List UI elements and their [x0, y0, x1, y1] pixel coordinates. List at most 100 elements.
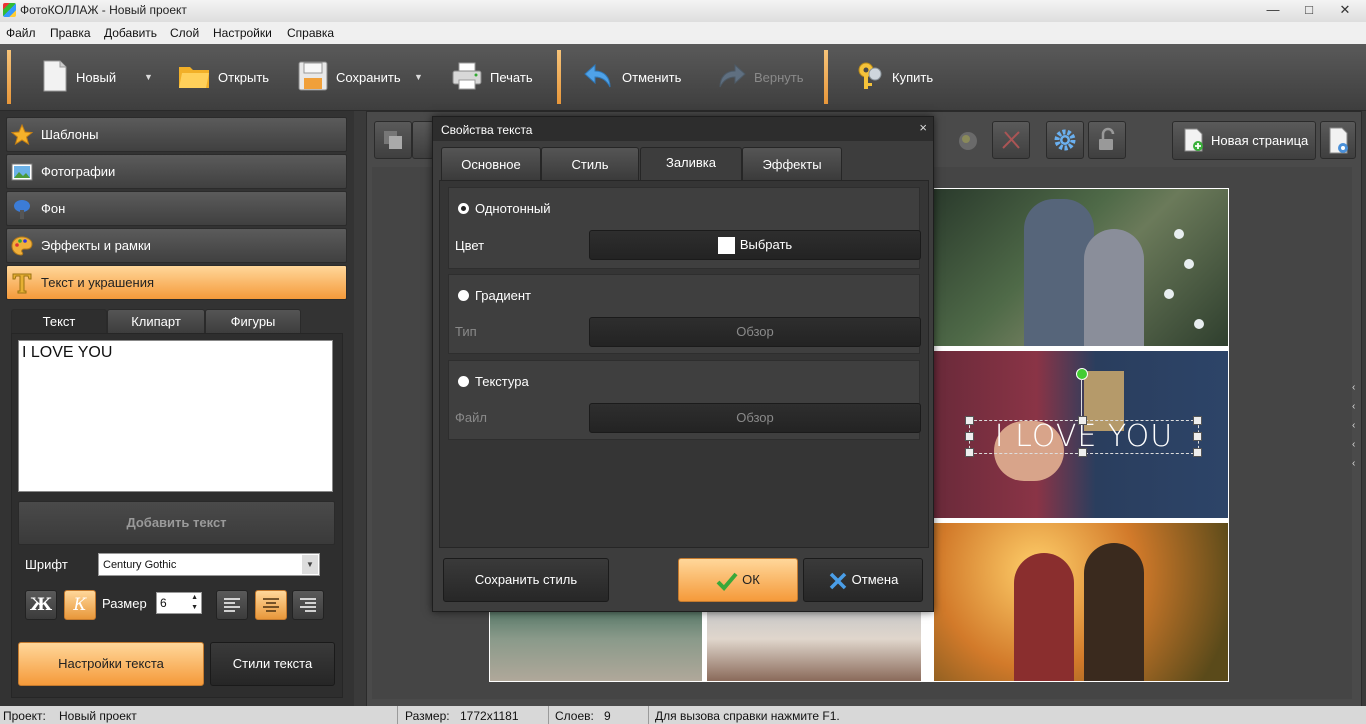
category-background[interactable]: Фон [6, 191, 347, 226]
bold-button[interactable]: Ж [25, 590, 57, 620]
resize-handle[interactable] [965, 448, 974, 457]
buy-button[interactable]: Купить [856, 56, 933, 98]
texture-radio[interactable] [458, 376, 469, 387]
color-fx-button[interactable] [950, 121, 986, 157]
star-icon [11, 124, 33, 146]
paint-brush-icon [14, 200, 30, 219]
text-settings-button[interactable]: Настройки текста [18, 642, 204, 686]
color-label: Цвет [455, 238, 485, 253]
tab-effects[interactable]: Эффекты [742, 147, 842, 180]
align-center-button[interactable] [255, 590, 287, 620]
menu-layer[interactable]: Слой [170, 26, 199, 40]
tab-clipart[interactable]: Клипарт [107, 309, 205, 334]
settings-button[interactable] [1046, 121, 1084, 159]
print-button[interactable]: Печать [452, 56, 533, 98]
tab-text[interactable]: Текст [11, 309, 107, 334]
resize-handle[interactable] [965, 432, 974, 441]
dialog-title-bar[interactable]: Свойства текста × [433, 117, 933, 141]
gradient-radio[interactable] [458, 290, 469, 301]
layer-back-button[interactable] [374, 121, 412, 159]
font-select[interactable]: Century Gothic ▼ [98, 553, 320, 576]
resize-handle[interactable] [1078, 416, 1087, 425]
choose-color-button[interactable]: Выбрать [589, 230, 921, 260]
solid-radio[interactable] [458, 203, 469, 214]
new-page-button[interactable]: Новая страница [1172, 121, 1316, 160]
category-templates[interactable]: Шаблоны [6, 117, 347, 152]
stepper-arrows-icon[interactable]: ▲ ▼ [191, 593, 198, 613]
gradient-browse-button[interactable]: Обзор [589, 317, 921, 347]
rotate-handle[interactable] [1076, 368, 1088, 380]
photo-couple-garden[interactable] [934, 189, 1228, 346]
texture-browse-button[interactable]: Обзор [589, 403, 921, 433]
new-dropdown-caret-icon[interactable]: ▼ [144, 72, 153, 82]
save-dropdown-caret-icon[interactable]: ▼ [414, 72, 423, 82]
text-input-area[interactable]: I LOVE YOU [18, 340, 333, 492]
add-text-button[interactable]: Добавить текст [18, 501, 335, 545]
menu-settings[interactable]: Настройки [213, 26, 272, 40]
menu-edit[interactable]: Правка [50, 26, 91, 40]
new-button[interactable]: Новый [42, 56, 116, 98]
palette-icon [11, 236, 33, 256]
menu-add[interactable]: Добавить [104, 26, 157, 40]
redo-button[interactable]: Вернуть [716, 56, 804, 98]
ok-label: ОК [742, 572, 760, 587]
size-stepper[interactable]: 6 ▲ ▼ [156, 592, 202, 614]
tab-basic[interactable]: Основное [441, 147, 541, 180]
close-icon[interactable]: × [919, 120, 927, 135]
photo-couple-sunset[interactable] [934, 523, 1228, 681]
tab-fill[interactable]: Заливка [640, 147, 742, 180]
page-settings-button[interactable] [1320, 121, 1356, 159]
close-window-button[interactable]: ✕ [1328, 1, 1362, 19]
status-divider [397, 706, 398, 724]
text-styles-button[interactable]: Стили текста [210, 642, 335, 686]
toolbar-separator [7, 50, 11, 104]
resize-handle[interactable] [1193, 432, 1202, 441]
cross-icon [829, 572, 846, 589]
save-label: Сохранить [336, 69, 401, 85]
chevron-left-icon[interactable]: ‹ [1352, 439, 1355, 450]
status-layers-label: Слоев: [555, 709, 594, 723]
layer-front-button[interactable] [412, 121, 434, 159]
menu-help[interactable]: Справка [287, 26, 334, 40]
resize-handle[interactable] [1193, 448, 1202, 457]
chevron-left-icon[interactable]: ‹ [1352, 458, 1355, 469]
open-button[interactable]: Открыть [178, 56, 269, 98]
category-text-decorations[interactable]: Текст и украшения [6, 265, 347, 300]
resize-handle[interactable] [1078, 448, 1087, 457]
resize-handle[interactable] [1193, 416, 1202, 425]
category-text-decorations-label: Текст и украшения [41, 275, 155, 290]
maximize-button[interactable]: □ [1292, 1, 1326, 19]
crop-button[interactable] [992, 121, 1030, 159]
status-layers-value: 9 [604, 709, 611, 723]
tab-style[interactable]: Стиль [541, 147, 639, 180]
align-right-button[interactable] [292, 590, 324, 620]
lock-button[interactable] [1088, 121, 1126, 159]
tab-shapes[interactable]: Фигуры [205, 309, 301, 334]
fill-tab-panel: Однотонный Цвет Выбрать Градиент Тип Обз… [439, 180, 929, 548]
category-photos[interactable]: Фотографии [6, 154, 347, 189]
chevron-left-icon[interactable]: ‹ [1352, 420, 1355, 431]
minimize-button[interactable]: — [1256, 1, 1290, 19]
chevron-left-icon[interactable]: ‹ [1352, 382, 1355, 393]
resize-handle[interactable] [965, 416, 974, 425]
undo-arrow-icon [584, 61, 614, 94]
italic-button[interactable]: К [64, 590, 96, 620]
gear-icon [1054, 129, 1076, 151]
save-button[interactable]: Сохранить [298, 56, 401, 98]
color-swatch [717, 237, 735, 255]
align-left-button[interactable] [216, 590, 248, 620]
undo-button[interactable]: Отменить [584, 56, 681, 98]
photo-rocks-sea[interactable] [490, 611, 702, 681]
ok-button[interactable]: ОК [678, 558, 798, 602]
category-effects-frames[interactable]: Эффекты и рамки [6, 228, 347, 263]
font-label: Шрифт [25, 557, 68, 572]
photo-boat[interactable] [707, 611, 921, 681]
chevron-down-icon[interactable]: ▼ [302, 555, 318, 574]
align-left-icon [224, 598, 240, 612]
cancel-button[interactable]: Отмена [803, 558, 923, 602]
menu-file[interactable]: Файл [6, 26, 36, 40]
status-size-label: Размер: [405, 709, 450, 723]
open-label: Открыть [218, 69, 270, 85]
chevron-left-icon[interactable]: ‹ [1352, 401, 1355, 412]
save-style-button[interactable]: Сохранить стиль [443, 558, 609, 602]
